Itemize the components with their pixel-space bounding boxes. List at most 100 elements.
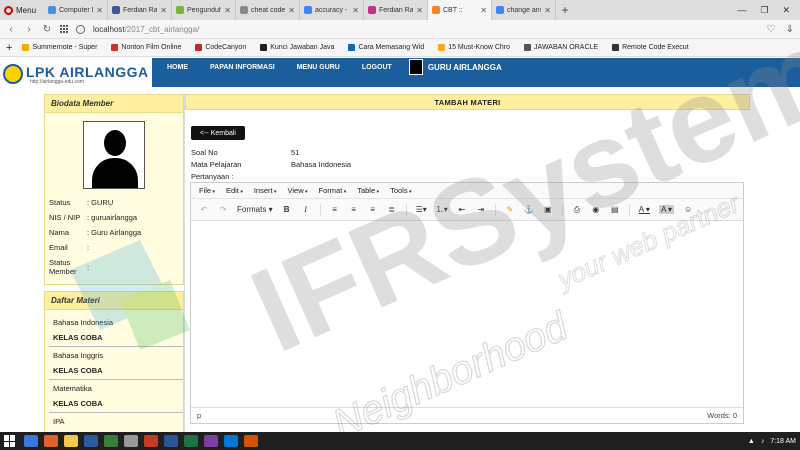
align-justify-icon[interactable]: ≣ (387, 205, 397, 214)
bold-icon[interactable]: B (282, 205, 292, 214)
anchor-icon[interactable]: ⚓ (524, 205, 534, 214)
photoshop-icon[interactable] (84, 435, 98, 447)
browser-tab[interactable]: cheat code no✕ (236, 0, 300, 20)
new-tab-button[interactable]: + (556, 0, 574, 20)
site-logo[interactable]: LPK AIRLANGGA http://airlangga-edu.com (0, 58, 152, 87)
tab-favicon-icon (368, 6, 376, 14)
browser-tab[interactable]: accuracy - Goo✕ (300, 0, 364, 20)
close-window-icon[interactable]: ✕ (782, 5, 790, 16)
back-arrow-icon[interactable]: ‹ (6, 24, 16, 35)
editor-body[interactable] (191, 221, 743, 401)
excel-icon[interactable] (184, 435, 198, 447)
nav-home[interactable]: HOME (156, 58, 199, 76)
tab-close-icon[interactable]: ✕ (160, 6, 167, 15)
info-value: : GURU (87, 198, 114, 207)
nav-papan-informasi[interactable]: PAPAN INFORMASI (199, 58, 286, 76)
menu-tools[interactable]: Tools (390, 186, 411, 195)
browser-tab[interactable]: CBT :: ✕ (428, 0, 492, 20)
outdent-icon[interactable]: ⇤ (457, 205, 467, 214)
align-right-icon[interactable]: ≡ (368, 205, 378, 214)
redo-icon[interactable]: ↷ (218, 205, 228, 214)
background-color-icon[interactable]: A ▾ (658, 205, 675, 214)
link-icon[interactable]: ✎ (505, 205, 515, 214)
list-item[interactable]: Matematika KELAS COBA (49, 380, 183, 413)
menu-insert[interactable]: Insert (254, 186, 277, 195)
minimize-icon[interactable]: — (737, 5, 746, 15)
nav-logout[interactable]: LOGOUT (351, 58, 403, 76)
bookmark-item[interactable]: Summernote - Super (22, 44, 97, 51)
media-icon[interactable]: ▤ (610, 205, 620, 214)
tab-close-icon[interactable]: ✕ (416, 6, 423, 15)
menu-view[interactable]: View (288, 186, 308, 195)
text-color-icon[interactable]: A ▾ (639, 205, 650, 214)
tab-close-icon[interactable]: ✕ (288, 6, 295, 15)
browser-menu-button[interactable]: Menu (0, 0, 44, 20)
menu-edit[interactable]: Edit (226, 186, 243, 195)
bookmark-heart-icon[interactable]: ♡ (767, 24, 776, 35)
align-center-icon[interactable]: ≡ (349, 205, 359, 214)
clock[interactable]: 7:18 AM (770, 438, 796, 445)
numbered-list-icon[interactable]: ⒈▾ (436, 204, 448, 215)
app-icon[interactable] (124, 435, 138, 447)
list-item[interactable]: Bahasa Inggris KELAS COBA (49, 347, 183, 380)
add-bookmark-icon[interactable]: + (6, 42, 12, 54)
edge-icon[interactable] (24, 435, 38, 447)
list-item[interactable]: Bahasa Indonesia KELAS COBA (49, 314, 183, 347)
bookmark-item[interactable]: Nonton Film Online (111, 44, 181, 51)
explorer-icon[interactable] (64, 435, 78, 447)
tab-favicon-icon (48, 6, 56, 14)
bookmark-item[interactable]: CodeCanyon (195, 44, 246, 51)
tab-close-icon[interactable]: ✕ (480, 6, 487, 15)
firefox-icon[interactable] (44, 435, 58, 447)
tab-close-icon[interactable]: ✕ (224, 6, 231, 15)
network-icon[interactable]: ▲ (748, 438, 755, 445)
bookmark-item[interactable]: 15 Must-Know Chro (438, 44, 510, 51)
bookmark-item[interactable]: Kunci Jawaban Java (260, 44, 334, 51)
word-icon[interactable] (164, 435, 178, 447)
tab-close-icon[interactable]: ✕ (544, 6, 551, 15)
speed-dial-icon[interactable] (60, 25, 68, 33)
print-icon[interactable]: ⎙ (572, 205, 582, 215)
browser-tab[interactable]: Computer Base✕ (44, 0, 108, 20)
indent-icon[interactable]: ⇥ (476, 205, 486, 214)
forward-arrow-icon[interactable]: › (24, 24, 34, 35)
browser-tab[interactable]: Ferdian Rahab✕ (364, 0, 428, 20)
maximize-icon[interactable]: ❐ (760, 5, 768, 16)
formats-dropdown[interactable]: Formats ▾ (237, 205, 273, 214)
nav-user-label: GURU AIRLANGGA (427, 62, 502, 72)
image-icon[interactable]: ▣ (543, 205, 553, 214)
nav-menu-guru[interactable]: MENU GURU (286, 58, 351, 76)
back-button[interactable]: <-- Kembali (191, 126, 245, 140)
opera-taskbar-icon[interactable] (144, 435, 158, 447)
menu-format[interactable]: Format (319, 186, 347, 195)
undo-icon[interactable]: ↶ (199, 205, 209, 214)
tab-close-icon[interactable]: ✕ (352, 6, 359, 15)
reload-icon[interactable]: ↻ (42, 24, 52, 35)
bookmark-item[interactable]: Remote Code Execut (612, 44, 689, 51)
url-field[interactable]: localhost/2017_cbt_airlangga/ (93, 25, 759, 34)
italic-icon[interactable]: I (301, 205, 311, 214)
menu-file[interactable]: File (199, 186, 215, 195)
bullet-list-icon[interactable]: ☰▾ (416, 205, 427, 214)
bookmark-item[interactable]: Cara Memasang Wid (348, 44, 424, 51)
browser-tab[interactable]: Pengunduh Vid✕ (172, 0, 236, 20)
nav-user[interactable]: GURU AIRLANGGA (408, 58, 502, 76)
onenote-icon[interactable] (204, 435, 218, 447)
tab-close-icon[interactable]: ✕ (96, 6, 103, 15)
dreamweaver-icon[interactable] (104, 435, 118, 447)
align-left-icon[interactable]: ≡ (330, 205, 340, 214)
bookmark-item[interactable]: JAWABAN ORACLE (524, 44, 598, 51)
vscode-icon[interactable] (224, 435, 238, 447)
preview-icon[interactable]: ◉ (591, 205, 601, 214)
emoticon-icon[interactable]: ☺ (683, 205, 693, 214)
bookmarks-bar: + Summernote - Super Nonton Film Online Co… (0, 39, 800, 57)
volume-icon[interactable]: ♪ (761, 438, 765, 445)
windows-start-icon[interactable] (4, 435, 18, 447)
browser-tab[interactable]: change answe✕ (492, 0, 556, 20)
browser-tab[interactable]: Ferdian Rahab✕ (108, 0, 172, 20)
site-info-icon[interactable] (76, 24, 85, 34)
download-icon[interactable]: ⇓ (786, 24, 794, 35)
bookmark-favicon-icon (195, 44, 203, 51)
media-player-icon[interactable] (244, 435, 258, 447)
menu-table[interactable]: Table (357, 186, 379, 195)
